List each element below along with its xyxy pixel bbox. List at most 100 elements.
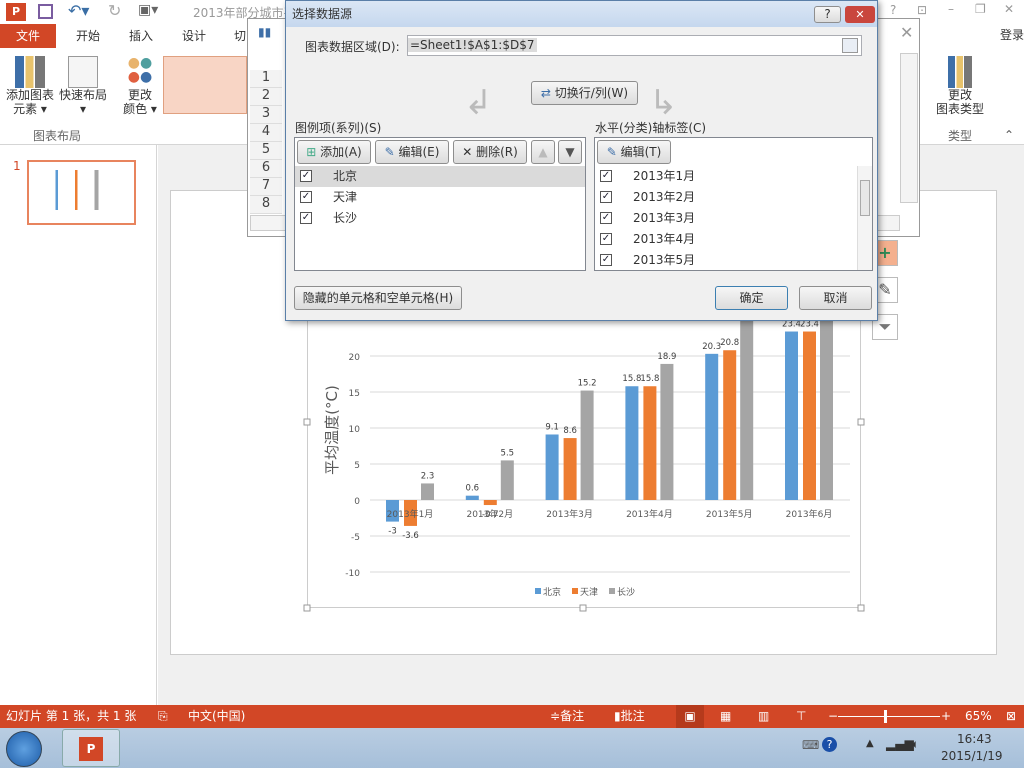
clock-time[interactable]: 16:43	[957, 732, 992, 746]
legend-swatch	[572, 588, 578, 594]
zoom-slider-thumb[interactable]	[883, 710, 887, 723]
zoom-out-button[interactable]: −	[828, 705, 838, 728]
keyboard-icon[interactable]: ⌨	[802, 738, 819, 752]
checkbox[interactable]: ✓	[600, 233, 612, 245]
checkbox[interactable]: ✓	[300, 191, 312, 203]
zoom-slider[interactable]	[838, 716, 940, 717]
resize-handle	[303, 418, 311, 426]
zoom-in-button[interactable]: +	[941, 705, 951, 728]
start-button[interactable]	[6, 731, 42, 767]
row-header[interactable]: 2	[250, 88, 282, 106]
list-item-label: 长沙	[333, 211, 358, 225]
checkbox[interactable]: ✓	[600, 170, 612, 182]
checkbox[interactable]: ✓	[600, 191, 612, 203]
data-label: 15.8	[640, 374, 659, 384]
list-item[interactable]: ✓ 2013年5月	[595, 250, 857, 271]
switch-row-column-button[interactable]: ⇄ 切换行/列(W)	[531, 81, 638, 105]
help-tray-icon[interactable]: ?	[822, 737, 837, 752]
row-header[interactable]: 1	[250, 70, 282, 88]
list-item-label: 北京	[333, 169, 358, 183]
data-label: 15.8	[622, 374, 641, 384]
reading-view-icon[interactable]: ▥	[758, 705, 769, 728]
x-tick-label: 2013年1月	[387, 508, 434, 520]
list-item[interactable]: ✓ 2013年3月	[595, 208, 857, 229]
edit-axis-labels-button[interactable]: ✎ 编辑(T)	[597, 140, 671, 164]
move-down-button[interactable]: ▼	[558, 140, 582, 164]
resize-handle	[303, 604, 311, 612]
hidden-empty-cells-button[interactable]: 隐藏的单元格和空单元格(H)	[294, 286, 462, 310]
legend-swatch	[609, 588, 615, 594]
row-header[interactable]: 5	[250, 142, 282, 160]
list-item[interactable]: ✓ 2013年1月	[595, 166, 857, 187]
checkbox[interactable]: ✓	[300, 170, 312, 182]
dialog-help-button[interactable]: ?	[814, 6, 841, 23]
edit-label: 编辑(T)	[620, 145, 662, 159]
slideshow-view-icon[interactable]: ⊤	[796, 705, 806, 728]
cancel-button[interactable]: 取消	[799, 286, 872, 310]
notes-button[interactable]: ≑备注	[550, 705, 584, 728]
legend-label: 北京	[543, 586, 561, 598]
row-header[interactable]: 6	[250, 160, 282, 178]
comments-button[interactable]: ▮批注	[614, 705, 645, 728]
y-tick-label: 0	[354, 497, 360, 507]
switch-icon: ⇄	[540, 86, 555, 100]
fit-slide-icon[interactable]: ⊠	[1006, 705, 1016, 728]
right-arrow-icon: ↳	[649, 83, 678, 123]
resize-handle	[857, 604, 865, 612]
edit-label: 编辑(E)	[398, 145, 440, 159]
legend-label: 长沙	[617, 586, 635, 598]
x-tick-label: 2013年3月	[546, 508, 593, 520]
zoom-level[interactable]: 65%	[965, 705, 992, 728]
list-item-label: 2013年4月	[633, 232, 696, 246]
show-hidden-icons[interactable]: ▲	[866, 738, 874, 749]
series-list: ⊞ 添加(A) ✎ 编辑(E) ✕ 删除(R) ▲ ▼ ✓ 北京 ✓ 天津 ✓ 长沙	[294, 137, 586, 271]
add-series-button[interactable]: ⊞ 添加(A)	[297, 140, 371, 164]
row-header[interactable]: 8	[250, 196, 282, 214]
y-tick-label: 15	[349, 389, 360, 399]
sheet-vertical-scrollbar[interactable]	[900, 53, 918, 203]
delete-label: 删除(R)	[476, 145, 518, 159]
row-header[interactable]: 7	[250, 178, 282, 196]
resize-handle	[579, 604, 587, 612]
list-item[interactable]: ✓ 2013年2月	[595, 187, 857, 208]
bar-天津	[563, 438, 577, 500]
bar-长沙	[820, 298, 833, 500]
move-up-button[interactable]: ▲	[531, 140, 555, 164]
clock-date[interactable]: 2015/1/19	[941, 749, 1003, 763]
data-label: 15.2	[578, 379, 597, 389]
data-label: 2.3	[421, 471, 435, 481]
dialog-close-button[interactable]: ✕	[845, 6, 875, 23]
range-input[interactable]: =Sheet1!$A$1:$D$7	[407, 35, 862, 56]
volume-icon[interactable]: 🔈︎	[912, 737, 919, 752]
data-label: 8.6	[563, 426, 577, 436]
edit-series-button[interactable]: ✎ 编辑(E)	[375, 140, 449, 164]
collapse-dialog-icon[interactable]	[842, 38, 858, 53]
comments-label: 批注	[620, 709, 645, 723]
list-item[interactable]: ✓ 长沙	[295, 208, 585, 229]
taskbar-powerpoint-button[interactable]: P	[62, 729, 120, 767]
normal-view-icon[interactable]: ▣	[676, 705, 704, 728]
list-item[interactable]: ✓ 2013年4月	[595, 229, 857, 250]
row-header[interactable]: 4	[250, 124, 282, 142]
network-icon[interactable]: ▂▄▆	[886, 737, 914, 751]
checkbox[interactable]: ✓	[600, 254, 612, 266]
checkbox[interactable]: ✓	[300, 212, 312, 224]
slide-sorter-icon[interactable]: ▦	[720, 705, 731, 728]
spellcheck-icon[interactable]: ⎘	[158, 705, 168, 728]
resize-handle	[857, 418, 865, 426]
status-bar: 幻灯片 第 1 张，共 1 张 ⎘ 中文(中国) ≑备注 ▮批注 ▣ ▦ ▥ ⊤…	[0, 705, 1024, 728]
data-label: 0.6	[466, 484, 480, 494]
list-item[interactable]: ✓ 北京	[295, 166, 585, 187]
language[interactable]: 中文(中国)	[188, 705, 245, 728]
switch-label: 切换行/列(W)	[554, 86, 629, 100]
row-header[interactable]: 3	[250, 106, 282, 124]
legend-label: 天津	[580, 587, 598, 598]
bar-长沙	[580, 390, 594, 500]
category-list-scrollbar[interactable]	[857, 166, 872, 270]
bar-长沙	[421, 483, 434, 500]
delete-series-button[interactable]: ✕ 删除(R)	[453, 140, 527, 164]
ok-button[interactable]: 确定	[715, 286, 788, 310]
list-item[interactable]: ✓ 天津	[295, 187, 585, 208]
checkbox[interactable]: ✓	[600, 212, 612, 224]
sheet-close-icon[interactable]: ✕	[900, 23, 913, 42]
